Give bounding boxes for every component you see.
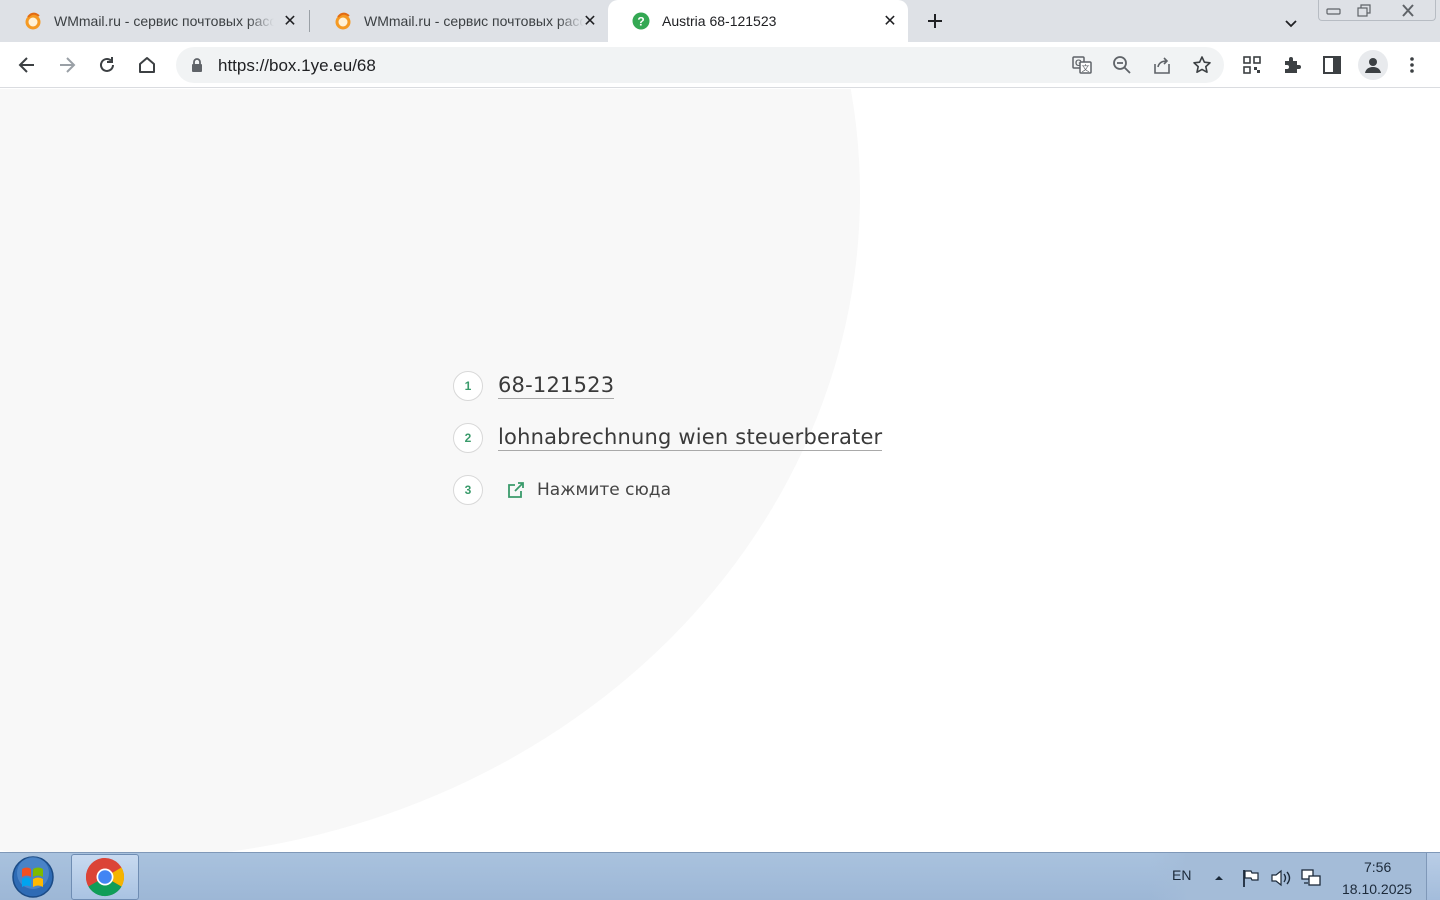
puzzle-icon xyxy=(1285,57,1301,73)
step-1: 1 68-121523 xyxy=(453,360,882,412)
page-content: 1 68-121523 2 lohnabrechnung wien steuer… xyxy=(0,89,1440,852)
chevron-up-icon xyxy=(1215,876,1223,880)
back-button[interactable] xyxy=(13,51,41,79)
share-icon xyxy=(1154,57,1170,74)
help-icon: ? xyxy=(632,12,650,30)
side-panel-icon xyxy=(1323,56,1341,74)
reload-icon xyxy=(100,57,114,72)
external-link-icon xyxy=(508,482,524,498)
avatar-icon xyxy=(1365,58,1381,73)
tab-strip: WMmail.ru - сервис почтовых рассылок ✕ W… xyxy=(0,0,1440,42)
wmmail-icon xyxy=(25,12,41,30)
network-button[interactable] xyxy=(1300,867,1322,889)
plus-icon xyxy=(928,14,942,28)
arrow-left-icon xyxy=(18,57,34,73)
flag-icon xyxy=(1243,870,1259,887)
tab-wmmail-1[interactable]: WMmail.ru - сервис почтовых рассылок ✕ xyxy=(0,0,308,42)
restore-icon xyxy=(1357,3,1371,17)
taskbar-chrome[interactable] xyxy=(71,854,139,900)
step-text[interactable]: lohnabrechnung wien steuerberater xyxy=(498,425,883,451)
minimize-button[interactable] xyxy=(1320,0,1348,21)
tab-search-button[interactable] xyxy=(1280,12,1302,34)
chevron-down-icon xyxy=(1285,20,1297,28)
browser-toolbar: https://box.1ye.eu/68 G文 xyxy=(0,42,1440,88)
clock-date[interactable]: 18.10.2025 xyxy=(1342,881,1412,897)
tab-wmmail-2[interactable]: WMmail.ru - сервис почтовых рассылок ✕ xyxy=(310,0,608,42)
svg-text:?: ? xyxy=(637,15,644,29)
zoom-out-icon xyxy=(1113,56,1131,74)
kebab-menu-icon xyxy=(1410,57,1414,73)
tab-austria-active[interactable]: ? Austria 68-121523 ✕ xyxy=(608,0,908,42)
home-icon xyxy=(139,57,155,73)
lock-icon[interactable] xyxy=(190,57,204,73)
extensions-button[interactable] xyxy=(1278,51,1306,79)
profile-button[interactable] xyxy=(1358,50,1388,80)
tab-title: WMmail.ru - сервис почтовых рассылок xyxy=(364,13,584,29)
language-indicator[interactable]: EN xyxy=(1172,867,1191,883)
reload-button[interactable] xyxy=(93,51,121,79)
tab-title: WMmail.ru - сервис почтовых рассылок xyxy=(54,13,274,29)
start-button[interactable] xyxy=(8,855,58,899)
share-button[interactable] xyxy=(1150,53,1174,77)
link-label[interactable]: Нажмите сюда xyxy=(537,480,671,500)
address-bar[interactable]: https://box.1ye.eu/68 G文 xyxy=(176,47,1224,83)
chrome-icon xyxy=(85,857,125,897)
window-close-button[interactable] xyxy=(1382,0,1434,21)
step-number: 1 xyxy=(453,371,483,401)
show-hidden-icons-button[interactable] xyxy=(1208,867,1230,889)
close-icon xyxy=(1402,3,1414,17)
taskbar: EN 7:56 18.10.2025 xyxy=(0,852,1440,900)
side-panel-button[interactable] xyxy=(1318,51,1346,79)
svg-text:文: 文 xyxy=(1082,63,1090,73)
translate-button[interactable]: G文 xyxy=(1070,53,1094,77)
step-number: 2 xyxy=(453,423,483,453)
volume-button[interactable] xyxy=(1270,867,1292,889)
action-center-button[interactable] xyxy=(1240,867,1262,889)
tab-title: Austria 68-121523 xyxy=(662,13,777,29)
close-tab-icon[interactable]: ✕ xyxy=(580,11,600,31)
arrow-right-icon xyxy=(60,57,76,73)
network-icon xyxy=(1301,869,1321,886)
star-icon xyxy=(1193,56,1211,73)
step-2: 2 lohnabrechnung wien steuerberater xyxy=(453,412,883,464)
steps-list: 1 68-121523 2 lohnabrechnung wien steuer… xyxy=(453,360,883,516)
menu-button[interactable] xyxy=(1398,51,1426,79)
bookmark-button[interactable] xyxy=(1190,53,1214,77)
click-here-link[interactable]: Нажмите сюда xyxy=(507,480,671,500)
close-tab-icon[interactable]: ✕ xyxy=(880,11,900,31)
step-number: 3 xyxy=(453,475,483,505)
windows-start-icon xyxy=(12,856,54,898)
new-tab-button[interactable] xyxy=(922,8,948,34)
translate-icon: G文 xyxy=(1072,56,1092,74)
close-tab-icon[interactable]: ✕ xyxy=(280,11,300,31)
restore-button[interactable] xyxy=(1350,0,1378,21)
minimize-icon xyxy=(1326,7,1341,15)
forward-button[interactable] xyxy=(53,51,81,79)
qr-code-icon xyxy=(1243,56,1261,74)
home-button[interactable] xyxy=(133,51,161,79)
url-text[interactable]: https://box.1ye.eu/68 xyxy=(218,56,376,76)
clock-time[interactable]: 7:56 xyxy=(1364,859,1391,875)
show-desktop-button[interactable] xyxy=(1426,853,1440,900)
step-3: 3 Нажмите сюда xyxy=(453,464,882,516)
step-text[interactable]: 68-121523 xyxy=(498,373,615,399)
qr-code-button[interactable] xyxy=(1238,51,1266,79)
wmmail-icon xyxy=(335,12,351,30)
zoom-button[interactable] xyxy=(1110,53,1134,77)
speaker-icon xyxy=(1271,869,1291,887)
